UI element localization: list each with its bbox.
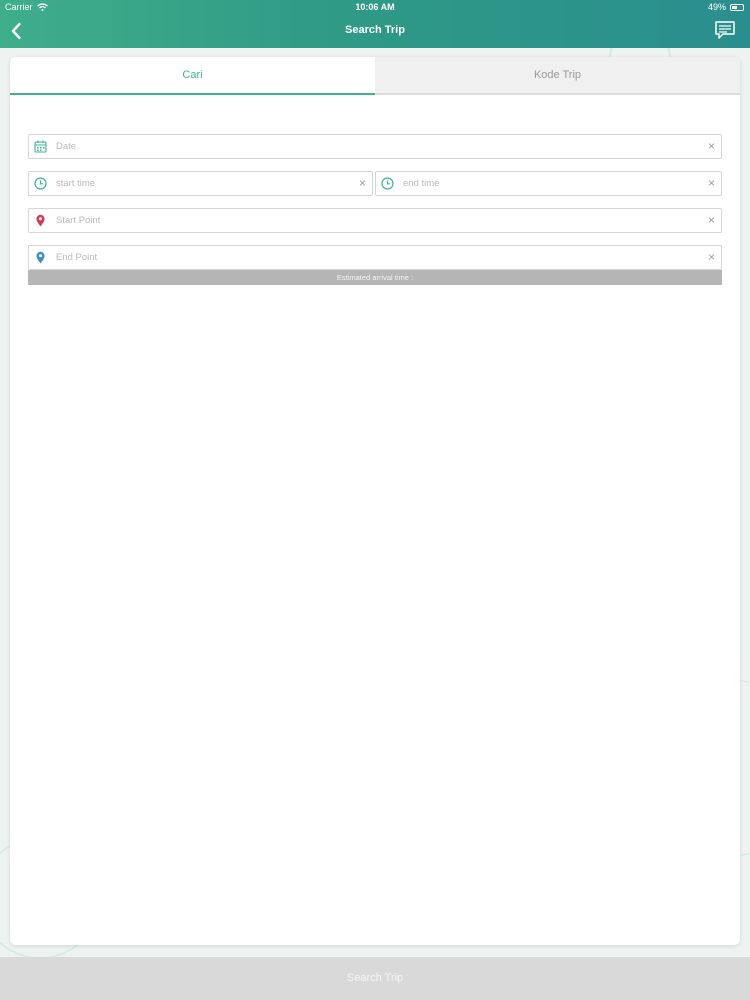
end-point-field[interactable]: End Point ×: [28, 245, 722, 270]
search-trip-button[interactable]: Search Trip: [0, 957, 750, 1000]
status-time: 10:06 AM: [355, 2, 395, 12]
tab-bar: Cari Kode Trip: [10, 57, 740, 95]
start-time-placeholder: start time: [56, 178, 96, 189]
end-time-placeholder: end time: [403, 178, 440, 189]
end-time-clear-icon[interactable]: ×: [708, 172, 715, 195]
battery-icon: [730, 3, 744, 11]
end-point-clear-icon[interactable]: ×: [708, 246, 715, 269]
map-pin-blue-icon: [36, 251, 45, 264]
start-point-placeholder: Start Point: [56, 215, 101, 226]
tab-kode-trip[interactable]: Kode Trip: [375, 57, 740, 95]
date-field[interactable]: Date ×: [28, 134, 722, 159]
date-placeholder: Date: [56, 141, 77, 152]
start-time-field[interactable]: start time ×: [28, 171, 373, 196]
date-clear-icon[interactable]: ×: [708, 135, 715, 158]
clock-icon: [381, 177, 394, 190]
chat-bubble-icon: [715, 21, 735, 39]
end-time-field[interactable]: end time ×: [375, 171, 722, 196]
status-right: 49%: [708, 0, 744, 14]
start-point-clear-icon[interactable]: ×: [708, 209, 715, 232]
clock-icon: [34, 177, 47, 190]
start-time-clear-icon[interactable]: ×: [359, 172, 366, 195]
status-bar: Carrier 10:06 AM 49%: [0, 0, 750, 14]
tab-cari[interactable]: Cari: [10, 57, 375, 95]
end-point-placeholder: End Point: [56, 252, 98, 263]
search-card: Cari Kode Trip Date × start time × end t…: [10, 57, 740, 945]
start-point-field[interactable]: Start Point ×: [28, 208, 722, 233]
chat-button[interactable]: [714, 20, 738, 42]
map-pin-red-icon: [36, 214, 45, 227]
battery-percent: 49%: [707, 2, 726, 12]
estimated-arrival-label: Estimated arrival time :: [28, 270, 722, 285]
app-header: Carrier 10:06 AM 49% Search Trip: [0, 0, 750, 48]
calendar-icon: [34, 140, 47, 153]
page-title: Search Trip: [345, 24, 405, 36]
